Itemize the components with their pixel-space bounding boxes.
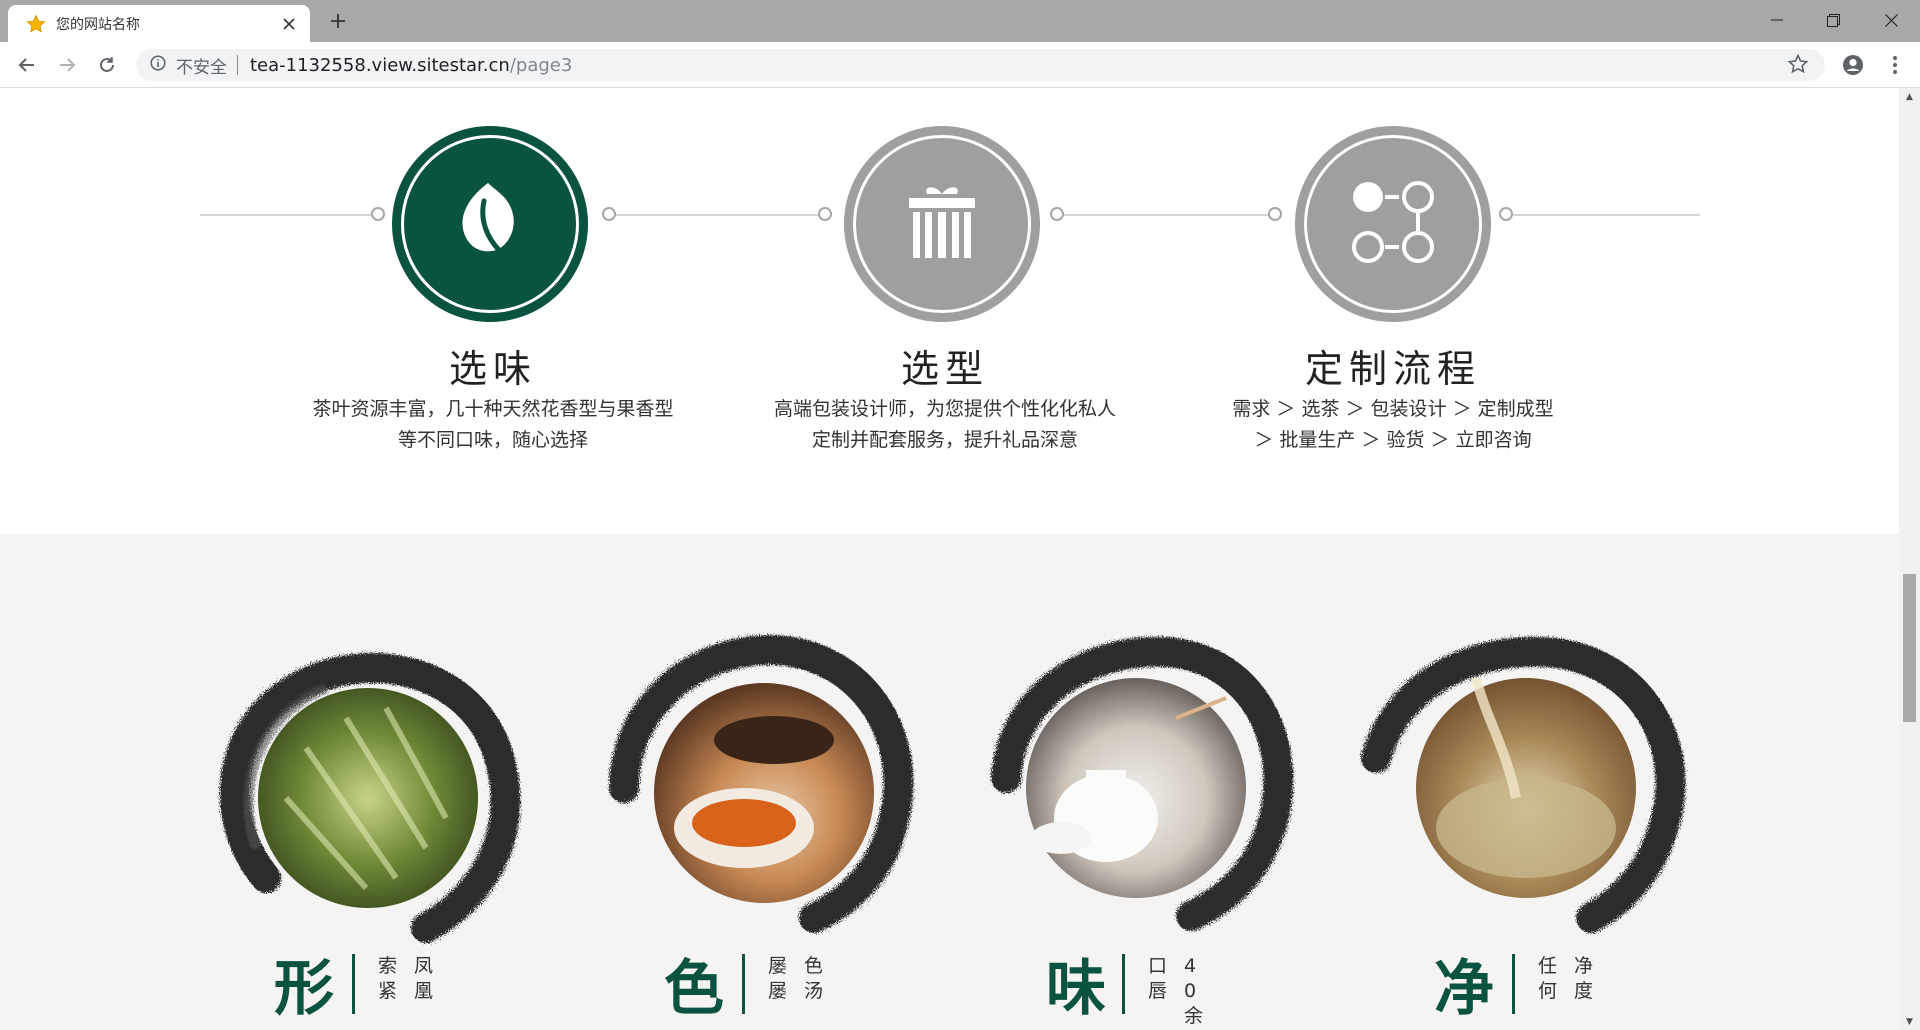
feature-divider	[352, 954, 355, 1014]
ink-brush-ring	[991, 636, 1294, 931]
ink-brush-ring	[609, 634, 914, 933]
feature-purity: 净 任何 净度	[1356, 628, 1696, 1030]
profile-avatar-icon[interactable]	[1836, 48, 1870, 82]
step-circle-taste[interactable]	[392, 126, 588, 322]
timeline-segment	[608, 214, 828, 216]
timeline-segment	[200, 214, 378, 216]
reload-button[interactable]	[90, 48, 124, 82]
feature-color: 色 屡屡 色汤	[584, 628, 924, 1030]
restore-button[interactable]	[1805, 0, 1861, 40]
timeline-segment	[1060, 214, 1278, 216]
separator	[237, 55, 238, 75]
bookmark-star-icon[interactable]	[1787, 53, 1811, 77]
timeline-dot	[602, 207, 616, 221]
step-desc-line: 茶叶资源丰富，几十种天然花香型与果香型	[312, 398, 674, 420]
timeline-dot	[371, 207, 385, 221]
tab-title: 您的网站名称	[56, 16, 140, 33]
step-desc-line: 定制并配套服务，提升礼品深意	[811, 429, 1078, 451]
step-desc-line: 高端包装设计师，为您提供个性化化私人	[773, 398, 1116, 420]
feature-text-col: 凤凰	[414, 955, 434, 1002]
step-circle-shape[interactable]	[844, 126, 1040, 322]
step-desc-line: 等不同口味，随心选择	[397, 429, 588, 451]
step-desc-line: ＞ 批量生产 ＞ 验货 ＞ 立即咨询	[1254, 429, 1532, 451]
page-scrollbar[interactable]: ▲ ▼	[1899, 88, 1920, 1030]
info-icon[interactable]	[150, 55, 166, 75]
feature-text-col: 屡屡	[768, 955, 788, 1002]
timeline-dot	[818, 207, 832, 221]
minimize-button[interactable]	[1749, 0, 1805, 40]
forward-button[interactable]	[50, 48, 84, 82]
step-desc-line: 需求 ＞ 选茶 ＞ 包装设计 ＞ 定制成型	[1232, 398, 1554, 420]
feature-text-col: 口唇	[1148, 955, 1168, 1002]
leaf-icon	[454, 179, 526, 269]
step-title: 选味	[448, 347, 537, 391]
browser-tab[interactable]: 您的网站名称	[8, 5, 310, 42]
gift-icon	[907, 182, 977, 266]
tea-leaves-photo	[258, 688, 478, 908]
not-secure-label: 不安全	[176, 57, 227, 78]
url-host: tea-1132558.view.sitestar.cn	[250, 54, 510, 76]
timeline-dot	[1050, 207, 1064, 221]
browser-toolbar: 不安全 tea-1132558.view.sitestar.cn/page3	[0, 42, 1920, 88]
scroll-up-arrow-icon[interactable]: ▲	[1899, 88, 1920, 105]
feature-text-col: 索紧	[378, 955, 398, 1002]
feature-char: 形	[274, 954, 334, 1024]
feature-divider	[1122, 954, 1125, 1014]
close-window-button[interactable]	[1863, 0, 1919, 40]
step-title: 选型	[900, 347, 989, 391]
feature-char: 色	[664, 954, 724, 1024]
feature-taste: 味 口唇 40余	[966, 628, 1306, 1030]
features-section: 形 索紧 凤凰 色 屡屡 色汤 味 口唇 40余 净 任何 净度	[0, 534, 1899, 1030]
url-path: /page3	[509, 54, 573, 76]
ink-brush-ring	[219, 653, 521, 943]
feature-text-col: 色汤	[804, 955, 824, 1002]
feature-text-col: 任何	[1538, 955, 1558, 1002]
feature-text-col: 40余	[1184, 955, 1204, 1027]
page-viewport: 选味 茶叶资源丰富，几十种天然花香型与果香型 等不同口味，随心选择 选型 高端包…	[0, 88, 1899, 1030]
timeline-dot	[1499, 207, 1513, 221]
close-tab-icon[interactable]	[278, 13, 300, 35]
step-title: 定制流程	[1304, 347, 1481, 391]
step-description: 茶叶资源丰富，几十种天然花香型与果香型 等不同口味，随心选择	[283, 394, 703, 456]
back-button[interactable]	[10, 48, 44, 82]
feature-char: 味	[1046, 954, 1106, 1024]
feature-text-col: 净度	[1574, 955, 1594, 1002]
scroll-down-arrow-icon[interactable]: ▼	[1899, 1013, 1920, 1030]
feature-divider	[1512, 954, 1515, 1014]
new-tab-button[interactable]	[322, 7, 354, 35]
feature-divider	[742, 954, 745, 1014]
menu-dots-icon[interactable]	[1878, 48, 1912, 82]
step-circle-process[interactable]	[1295, 126, 1491, 322]
address-bar[interactable]: 不安全 tea-1132558.view.sitestar.cn/page3	[136, 49, 1825, 81]
tab-strip: 您的网站名称	[0, 0, 1920, 42]
timeline-dot	[1268, 207, 1282, 221]
ink-brush-ring	[1361, 636, 1686, 933]
star-favicon-icon	[26, 14, 46, 34]
timeline-segment	[1508, 214, 1700, 216]
step-description: 需求 ＞ 选茶 ＞ 包装设计 ＞ 定制成型 ＞ 批量生产 ＞ 验货 ＞ 立即咨询	[1183, 394, 1603, 456]
nodes-icon	[1350, 179, 1436, 269]
feature-shape: 形 索紧 凤凰	[196, 628, 536, 1030]
step-description: 高端包装设计师，为您提供个性化化私人 定制并配套服务，提升礼品深意	[735, 394, 1155, 456]
process-section: 选味 茶叶资源丰富，几十种天然花香型与果香型 等不同口味，随心选择 选型 高端包…	[0, 88, 1899, 534]
feature-char: 净	[1434, 954, 1494, 1024]
scrollbar-thumb[interactable]	[1903, 574, 1916, 722]
